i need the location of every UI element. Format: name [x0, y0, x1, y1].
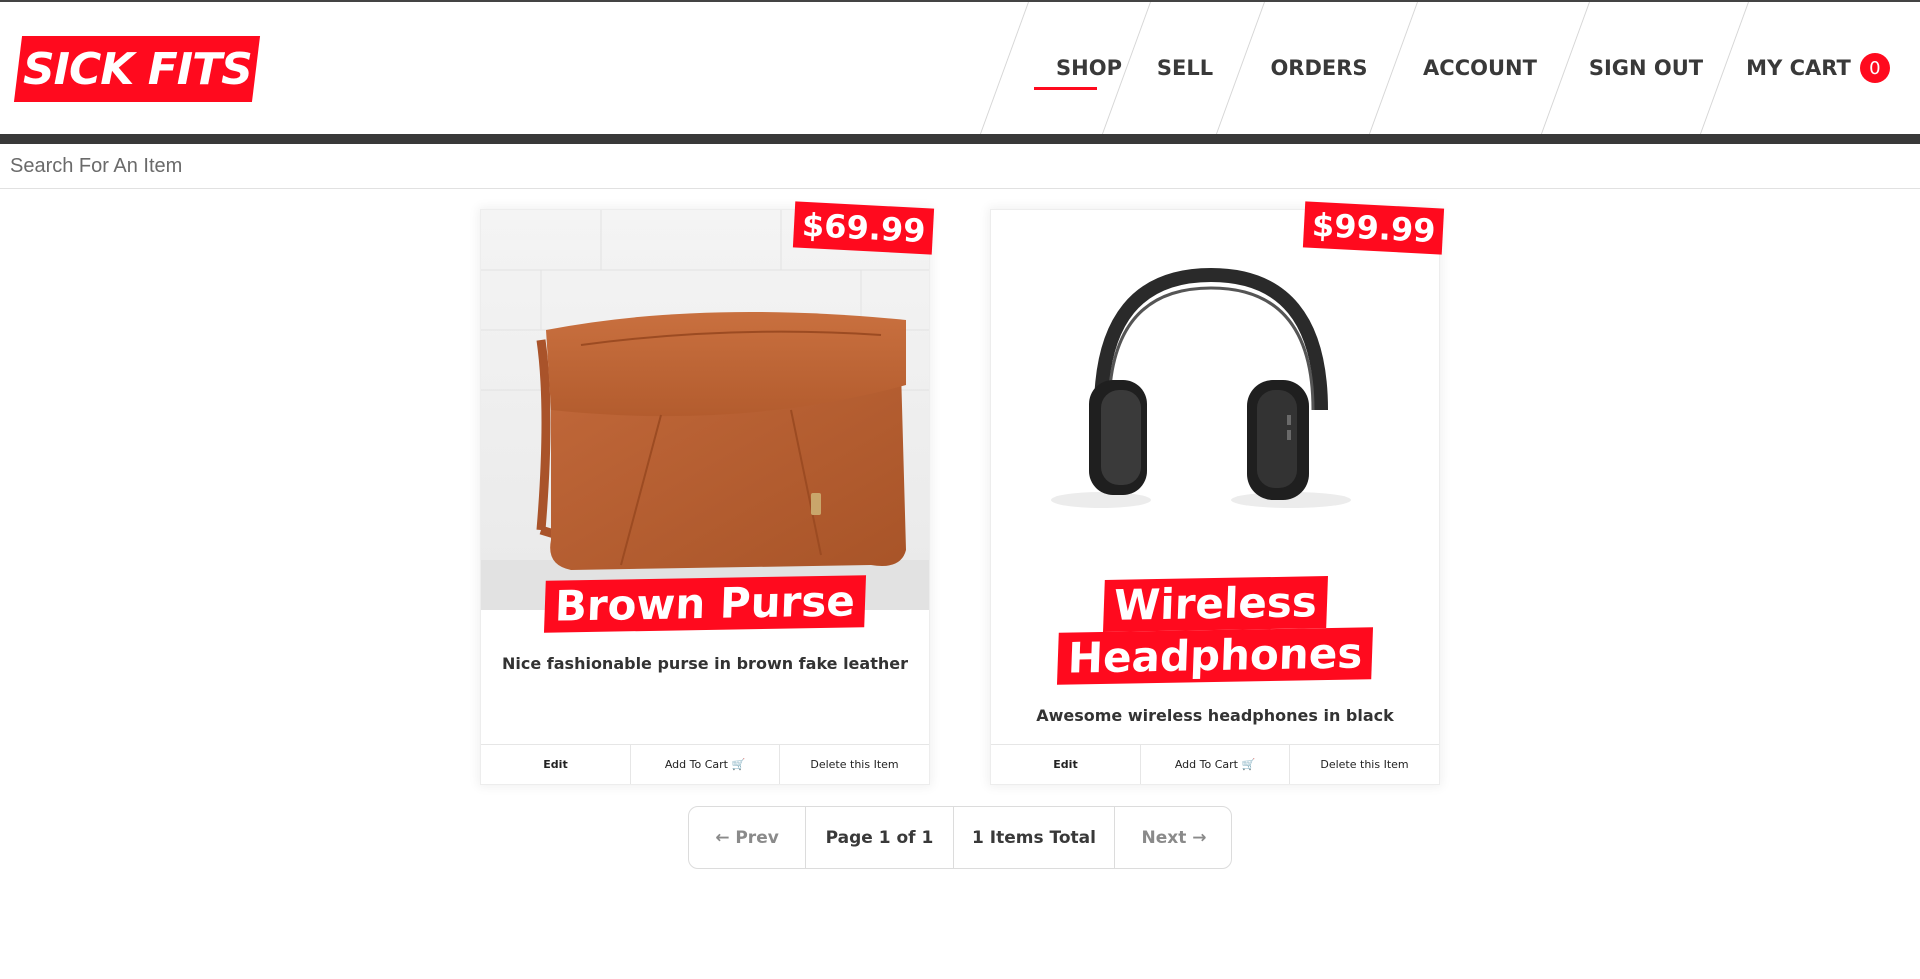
items-total: 1 Items Total [954, 807, 1115, 868]
card-actions: Edit Add To Cart 🛒 Delete this Item [991, 744, 1439, 784]
pagination: ← Prev Page 1 of 1 1 Items Total Next → [688, 806, 1232, 869]
prev-page-link[interactable]: ← Prev [689, 807, 806, 868]
product-card: $99.99 Wireless Headphones Awesome wirel… [990, 201, 1445, 785]
add-to-cart-button[interactable]: Add To Cart 🛒 [1141, 745, 1290, 784]
nav-shop-label: SHOP [1056, 56, 1122, 80]
header-divider-bar [0, 134, 1920, 144]
nav-account-label: ACCOUNT [1423, 56, 1537, 80]
product-title[interactable]: Brown Purse [481, 575, 929, 633]
nav-orders-label: ORDERS [1270, 56, 1368, 80]
edit-button[interactable]: Edit [481, 745, 631, 784]
price-tag: $69.99 [792, 201, 935, 255]
product-card: $69.99 Brown Purse Nice fashionable purs… [480, 201, 935, 785]
nav-sign-out-label: SIGN OUT [1588, 56, 1704, 80]
delete-item-button[interactable]: Delete this Item [780, 745, 929, 784]
nav-sign-out[interactable]: SIGN OUT [1566, 2, 1726, 134]
next-page-link[interactable]: Next → [1115, 807, 1233, 868]
wireless-headphones-image [991, 210, 1439, 610]
nav-separator [979, 2, 1029, 134]
logo-text: SICK FITS [22, 43, 252, 95]
nav-my-cart[interactable]: MY CART 0 [1738, 2, 1898, 134]
product-title-line: Wireless [1102, 576, 1328, 632]
nav-account[interactable]: ACCOUNT [1405, 2, 1555, 134]
product-image-headphones[interactable] [991, 210, 1439, 610]
product-title[interactable]: Wireless Headphones [991, 576, 1439, 685]
add-to-cart-button[interactable]: Add To Cart 🛒 [631, 745, 780, 784]
delete-item-button[interactable]: Delete this Item [1290, 745, 1439, 784]
site-header: SICK FITS SHOP SELL ORDERS ACCOUNT SIGN … [0, 2, 1920, 134]
product-title-line: Headphones [1056, 627, 1374, 685]
search-input[interactable] [0, 144, 1920, 188]
product-description: Awesome wireless headphones in black [1036, 706, 1394, 725]
card-actions: Edit Add To Cart 🛒 Delete this Item [481, 744, 929, 784]
page-indicator: Page 1 of 1 [806, 807, 954, 868]
nav-orders[interactable]: ORDERS [1245, 2, 1393, 134]
nav-sell-label: SELL [1156, 56, 1214, 80]
product-title-line: Brown Purse [544, 575, 866, 633]
price-tag: $99.99 [1302, 201, 1445, 255]
brown-purse-image [481, 210, 929, 610]
edit-button[interactable]: Edit [991, 745, 1141, 784]
search-bar [0, 144, 1920, 189]
nav-cart-label: MY CART [1746, 56, 1851, 80]
product-description: Nice fashionable purse in brown fake lea… [502, 654, 908, 673]
active-nav-underline [1034, 87, 1097, 90]
logo[interactable]: SICK FITS [13, 36, 261, 102]
cart-count-badge: 0 [1859, 53, 1890, 83]
product-image-purse[interactable] [481, 210, 929, 610]
